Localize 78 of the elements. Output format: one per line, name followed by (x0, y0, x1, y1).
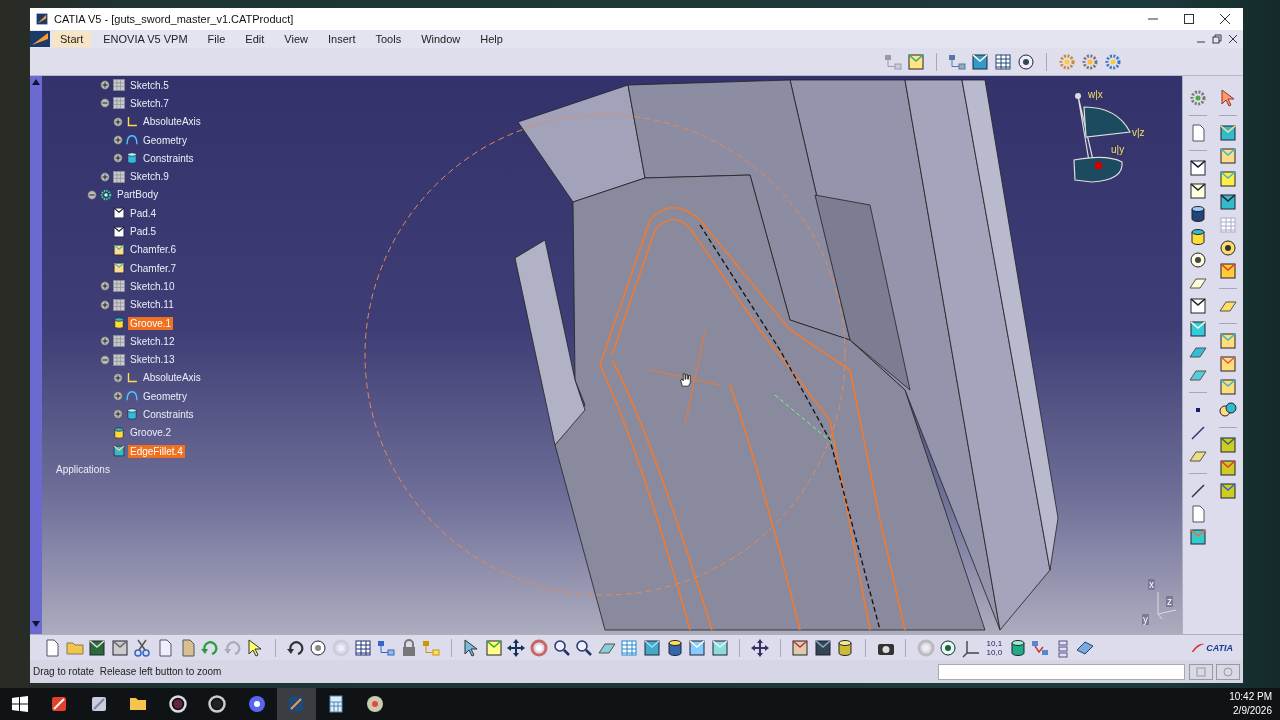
tree-item[interactable]: Pad.5 (128, 225, 159, 238)
clock-time: 10:42 PM (1229, 690, 1272, 704)
tree-item[interactable]: AbsoluteAxis (141, 371, 203, 385)
gear-icon (99, 187, 113, 202)
scissors-icon[interactable] (132, 637, 153, 658)
vertical-scrollbar[interactable] (30, 76, 42, 634)
menu-item[interactable]: Edit (237, 31, 273, 47)
tree-item[interactable]: Constraints (141, 408, 196, 421)
window-panes-icon[interactable] (619, 637, 640, 658)
axis-icon (125, 114, 139, 129)
windows-logo-icon (9, 694, 30, 714)
hole-icon[interactable] (1188, 250, 1208, 270)
tree-item[interactable]: PartBody (115, 188, 161, 202)
tree-item[interactable]: Sketch.10 (128, 279, 177, 293)
expand-toggle[interactable] (113, 153, 123, 164)
swap-icon[interactable] (750, 637, 770, 658)
compass-label: w|x (1088, 89, 1103, 100)
tree-item[interactable]: Geometry (141, 389, 189, 403)
tree-item[interactable]: Sketch.9 (128, 170, 171, 184)
menu-item[interactable]: Tools (367, 31, 410, 47)
table-icon[interactable] (353, 637, 374, 658)
compass-label: u|y (1110, 144, 1126, 155)
expand-toggle[interactable] (113, 372, 123, 383)
expand-toggle[interactable] (100, 80, 110, 91)
menu-item[interactable]: Start (52, 31, 92, 47)
tree-item[interactable]: Groove.2 (128, 426, 174, 440)
tree-item[interactable]: Chamfer.7 (128, 261, 179, 275)
target-icon[interactable] (1016, 51, 1036, 72)
menu-item[interactable]: Window (413, 31, 469, 47)
tree-item[interactable]: Constraints (141, 151, 196, 165)
3d-viewport[interactable] (42, 76, 1182, 634)
circle-icon (207, 694, 228, 714)
zoom-in-icon[interactable] (551, 637, 572, 658)
window-title: CATIA V5 - [guts_sword_master_v1.CATProduct] (54, 13, 294, 25)
expand-toggle[interactable] (100, 354, 110, 365)
restore-button[interactable] (1211, 33, 1223, 45)
compass-label: v|z (1132, 127, 1145, 138)
menu-item[interactable]: View (276, 31, 316, 47)
tree-item[interactable]: Pad.4 (128, 206, 159, 220)
expand-toggle[interactable] (113, 135, 123, 146)
tree-item[interactable]: Geometry (141, 133, 189, 147)
taskbar-button[interactable] (276, 688, 316, 720)
expand-toggle[interactable] (87, 189, 97, 200)
menu-item[interactable]: File (199, 31, 234, 47)
units-button[interactable]: 10,1 10,0 (986, 638, 1003, 657)
menu-item[interactable]: ENOVIA V5 VPM (95, 31, 196, 47)
tree-item[interactable]: Chamfer.6 (128, 243, 179, 257)
tree-item[interactable]: Applications (54, 462, 112, 476)
tree-item[interactable]: Sketch.12 (128, 334, 177, 348)
clock-date: 2/9/2026 (1233, 704, 1272, 718)
expand-toggle[interactable] (100, 171, 110, 182)
axis-label: y (1142, 614, 1149, 625)
pan-icon[interactable] (506, 637, 527, 658)
axis-label: z (1166, 596, 1173, 607)
status-message: Drag to rotate Release left button to zoom (33, 666, 222, 677)
tree-item[interactable]: Sketch.13 (128, 353, 177, 367)
grid-icon[interactable] (993, 51, 1013, 72)
axis-label: x (1148, 579, 1155, 590)
tree-item[interactable]: Sketch.5 (128, 78, 171, 92)
expand-toggle[interactable] (100, 299, 110, 310)
brand-logo: CATIA (1190, 641, 1233, 654)
close-button[interactable] (1227, 33, 1239, 45)
tree-item[interactable]: AbsoluteAxis (141, 115, 203, 129)
expand-toggle[interactable] (113, 116, 123, 127)
axis-icon (125, 370, 139, 385)
tree-item[interactable]: Sketch.11 (128, 298, 176, 312)
expand-toggle[interactable] (113, 409, 123, 420)
hand-cursor-icon (678, 372, 692, 388)
expand-toggle[interactable] (100, 281, 110, 292)
expand-toggle[interactable] (113, 391, 123, 402)
menu-item[interactable]: Help (472, 31, 511, 47)
tree-item[interactable]: Sketch.7 (128, 96, 171, 110)
command-input[interactable] (938, 663, 1185, 680)
expand-toggle[interactable] (100, 98, 110, 109)
record-button-icon (167, 694, 188, 714)
expand-toggle[interactable] (100, 336, 110, 347)
menu-item[interactable]: Insert (319, 31, 364, 47)
gear-icon[interactable] (1188, 88, 1208, 108)
